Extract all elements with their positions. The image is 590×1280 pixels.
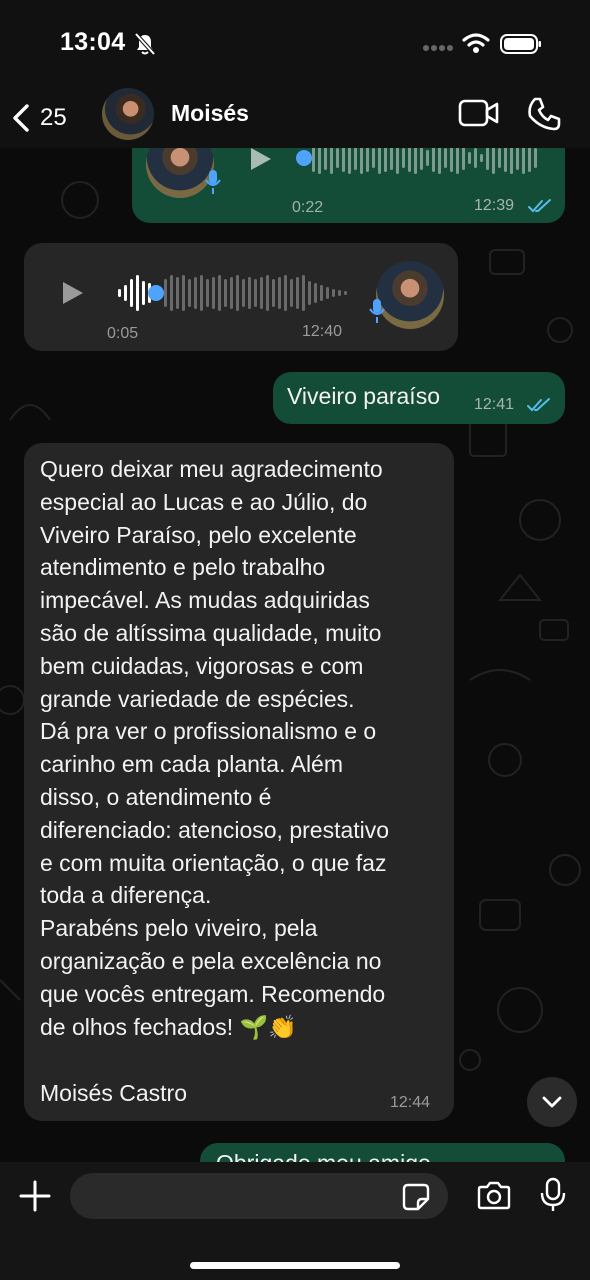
message-time: 12:40 [302,323,343,340]
plus-icon[interactable] [18,1179,52,1213]
contact-name[interactable]: Moisés [171,100,249,127]
sticker-icon[interactable] [402,1183,430,1211]
message-time: 12:44 [390,1094,431,1111]
message-time: 12:41 [474,396,515,413]
battery-icon [500,34,541,54]
voice-duration: 0:05 [107,325,139,342]
message-input[interactable] [70,1173,448,1219]
read-ticks-icon [528,199,551,213]
status-bar: 13:04 [0,0,590,88]
microphone-icon[interactable] [540,1177,566,1213]
chat-header: 25 Moisés [0,88,590,148]
phone-call-icon[interactable] [526,96,562,132]
sender-avatar [376,261,444,329]
play-icon[interactable] [248,146,274,172]
mic-icon [205,170,221,194]
voice-waveform[interactable] [112,273,352,313]
unread-count: 25 [40,104,67,131]
signal-icon [423,45,453,51]
message-composer [0,1162,590,1280]
play-icon[interactable] [60,280,86,306]
video-call-icon[interactable] [458,98,500,128]
voice-duration: 0:22 [292,199,324,216]
home-indicator[interactable] [190,1262,400,1269]
text-message-outgoing[interactable]: Viveiro paraíso 12:41 [273,372,565,424]
mic-icon [369,299,385,323]
read-ticks-icon [527,398,550,412]
message-time: 12:39 [474,197,515,214]
voice-message-incoming[interactable]: 0:05 12:40 [24,243,458,351]
camera-icon[interactable] [476,1181,512,1211]
back-button[interactable]: 25 [10,96,67,140]
status-time: 13:04 [60,28,126,56]
chevron-left-icon [13,104,29,132]
message-signature: Moisés Castro [40,1080,187,1106]
bell-off-icon [134,32,156,56]
scroll-to-bottom-button[interactable] [527,1077,577,1127]
contact-avatar[interactable] [102,88,154,140]
wifi-icon [462,33,490,53]
text-message-incoming[interactable]: Quero deixar meu agradecimento especial … [24,443,454,1121]
message-text: Quero deixar meu agradecimento especial … [40,456,390,1040]
message-text: Viveiro paraíso [287,383,440,409]
chevron-down-icon [542,1096,562,1108]
